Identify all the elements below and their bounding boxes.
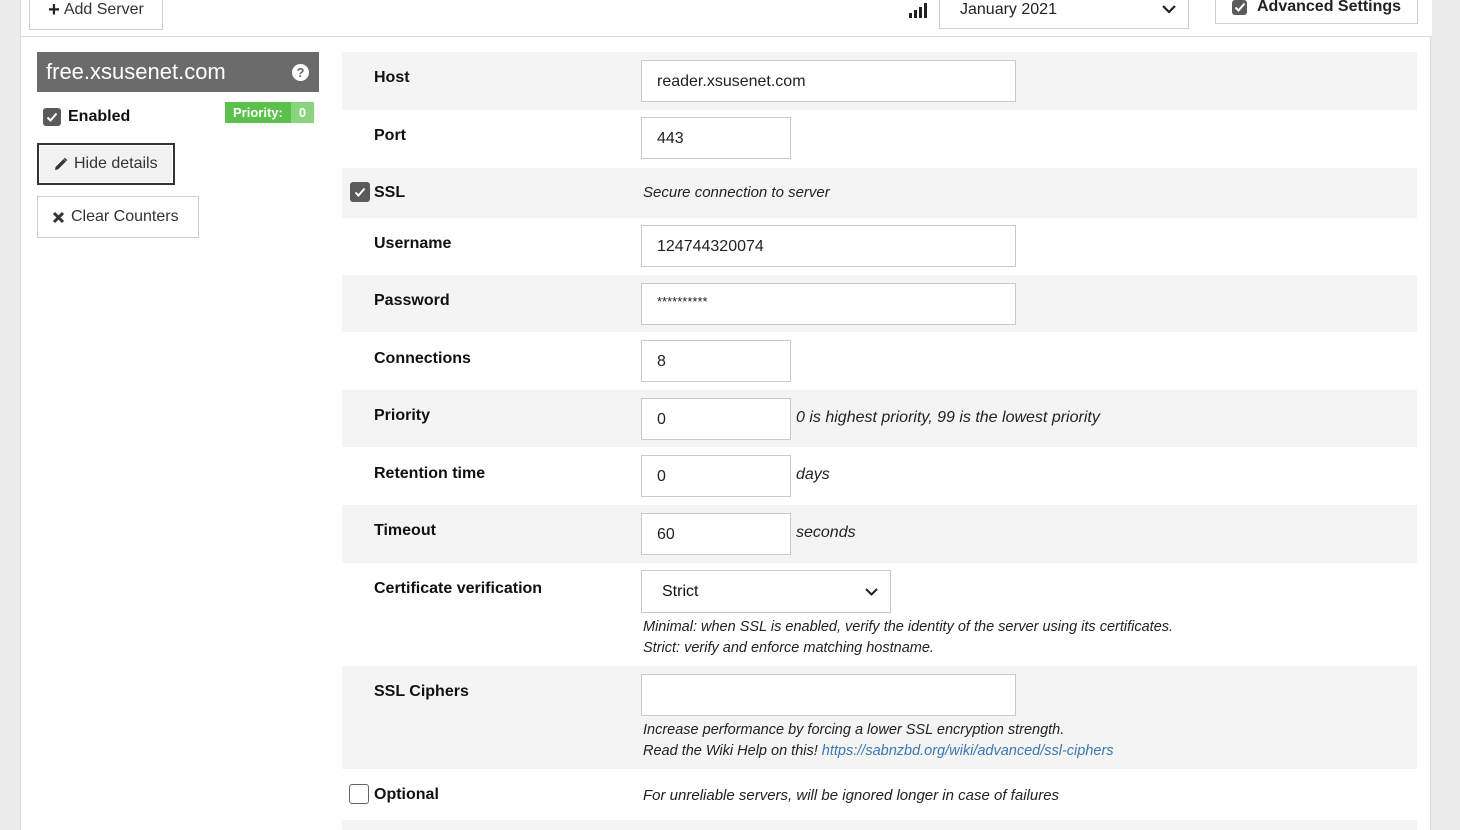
retention-hint: days: [796, 466, 830, 483]
optional-label: Optional: [374, 786, 439, 803]
priority-badge-value: 0: [290, 102, 315, 123]
retention-row: Retention time 0 days: [342, 447, 1417, 505]
advanced-settings-label: Advanced Settings: [1257, 0, 1402, 15]
priority-label: Priority: [374, 407, 431, 424]
priority-row: Priority 0 0 is highest priority, 99 is …: [342, 390, 1417, 447]
ssl-ciphers-hint-line1: Increase performance by forcing a lower …: [643, 722, 1065, 738]
server-name: free.xsusenet.com: [46, 59, 226, 84]
toolbar: + Add Server January 2021 Advanced Setti…: [21, 0, 1432, 37]
connections-label: Connections: [374, 350, 471, 367]
ssl-ciphers-input[interactable]: [641, 674, 1016, 716]
hide-details-button[interactable]: Hide details: [37, 143, 175, 185]
cert-verification-row: Certificate verification Strict Minimal:…: [342, 563, 1417, 666]
ssl-row: SSL Secure connection to server: [342, 168, 1417, 218]
password-row: Password **********: [342, 275, 1417, 332]
chevron-down-icon: [865, 587, 878, 596]
enabled-toggle[interactable]: Enabled: [43, 108, 130, 126]
retention-label: Retention time: [374, 465, 486, 482]
advanced-settings-checkbox[interactable]: [1232, 0, 1247, 15]
port-input[interactable]: 443: [641, 117, 791, 159]
port-label: Port: [374, 127, 406, 144]
ssl-ciphers-hint: Increase performance by forcing a lower …: [643, 720, 1114, 762]
priority-badge-label: Priority:: [225, 102, 291, 123]
port-row: Port 443: [342, 110, 1417, 168]
ssl-ciphers-row: SSL Ciphers Increase performance by forc…: [342, 666, 1417, 769]
retention-input[interactable]: 0: [641, 455, 791, 497]
password-label: Password: [374, 292, 450, 309]
ssl-ciphers-hint-prefix: Read the Wiki Help on this!: [643, 743, 818, 759]
host-input[interactable]: reader.xsusenet.com: [641, 60, 1016, 102]
optional-hint: For unreliable servers, will be ignored …: [643, 787, 1060, 804]
priority-hint: 0 is highest priority, 99 is the lowest …: [796, 409, 1100, 426]
pencil-icon: [53, 157, 68, 172]
ssl-label: SSL: [374, 184, 406, 201]
connections-input[interactable]: 8: [641, 340, 791, 382]
priority-badge: Priority: 0: [225, 102, 315, 123]
ssl-ciphers-hint-line2: Read the Wiki Help on this! https://sabn…: [643, 741, 1114, 762]
check-icon: [354, 187, 366, 197]
password-input[interactable]: **********: [641, 283, 1016, 325]
add-server-button[interactable]: + Add Server: [29, 0, 163, 30]
plus-icon: +: [48, 0, 60, 21]
timeout-hint: seconds: [796, 524, 856, 541]
clear-counters-button[interactable]: Clear Counters: [37, 196, 199, 238]
priority-input[interactable]: 0: [641, 398, 791, 440]
server-settings-panel: + Add Server January 2021 Advanced Setti…: [20, 0, 1432, 830]
timeout-label: Timeout: [374, 522, 436, 539]
month-select[interactable]: January 2021: [939, 0, 1189, 29]
advanced-settings-toggle[interactable]: Advanced Settings: [1215, 0, 1418, 24]
check-icon: [46, 112, 58, 122]
cert-verification-select[interactable]: Strict: [641, 570, 891, 613]
cert-verification-hint-line1: Minimal: when SSL is enabled, verify the…: [643, 619, 1174, 635]
cert-verification-hint-line2: Strict: verify and enforce matching host…: [643, 640, 934, 656]
cert-verification-hint: Minimal: when SSL is enabled, verify the…: [643, 617, 1173, 659]
host-label: Host: [374, 69, 410, 86]
x-icon: [52, 211, 65, 224]
username-label: Username: [374, 235, 452, 252]
chevron-down-icon: [1162, 5, 1176, 14]
month-select-value: January 2021: [960, 0, 1057, 18]
ssl-checkbox[interactable]: [350, 182, 370, 202]
timeout-row: Timeout 60 seconds: [342, 505, 1417, 563]
enabled-label: Enabled: [68, 108, 131, 125]
cert-verification-label: Certificate verification: [374, 580, 543, 597]
username-row: Username 124744320074: [342, 218, 1417, 275]
host-row: Host reader.xsusenet.com: [342, 52, 1417, 110]
cert-verification-value: Strict: [662, 582, 699, 600]
optional-row: Optional For unreliable servers, will be…: [342, 769, 1417, 820]
check-icon: [1234, 2, 1245, 12]
ssl-ciphers-wiki-link[interactable]: https://sabnzbd.org/wiki/advanced/ssl-ci…: [822, 743, 1114, 759]
hide-details-label: Hide details: [74, 155, 158, 172]
help-icon[interactable]: ?: [292, 63, 309, 81]
clear-counters-label: Clear Counters: [71, 208, 179, 225]
timeout-input[interactable]: 60: [641, 513, 791, 555]
add-server-label: Add Server: [63, 1, 144, 18]
server-header: free.xsusenet.com ?: [37, 52, 319, 92]
ssl-ciphers-label: SSL Ciphers: [374, 683, 469, 700]
ssl-hint: Secure connection to server: [643, 184, 830, 201]
optional-checkbox[interactable]: [349, 784, 369, 804]
username-input[interactable]: 124744320074: [641, 225, 1016, 267]
enabled-checkbox[interactable]: [43, 108, 61, 126]
next-row: [342, 820, 1417, 830]
signal-icon: [909, 3, 927, 18]
connections-row: Connections 8: [342, 332, 1417, 390]
